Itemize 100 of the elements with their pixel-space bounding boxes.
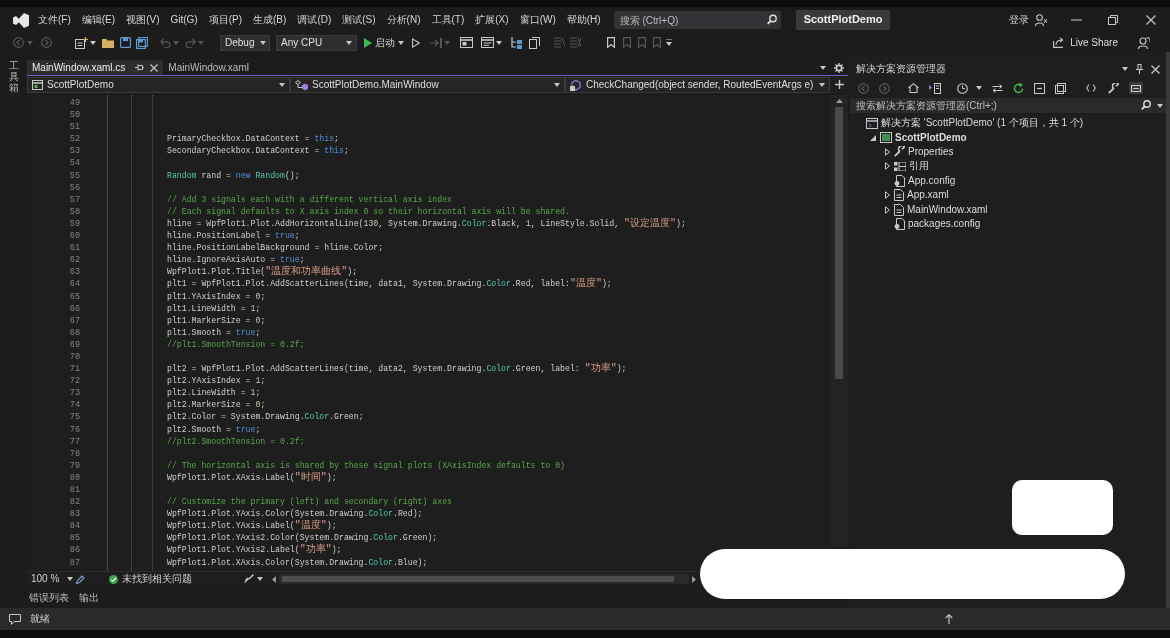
person-icon[interactable] [1138, 36, 1150, 49]
collapsed-arrow-icon[interactable] [884, 162, 890, 171]
new-document-icon[interactable] [75, 36, 88, 49]
menu-item[interactable]: 测试(S) [342, 14, 376, 26]
tree-item[interactable]: 引用 [850, 159, 1166, 174]
caret-icon[interactable] [279, 83, 285, 87]
close-icon[interactable] [150, 63, 159, 72]
caret-icon[interactable] [976, 86, 982, 90]
platform-dropdown[interactable]: Any CPU [276, 34, 357, 51]
account-icon[interactable] [1035, 14, 1047, 26]
issues-status[interactable]: 未找到相关问题 [109, 573, 193, 585]
pen-icon[interactable] [76, 574, 86, 584]
close-icon[interactable] [1151, 64, 1160, 74]
menu-item[interactable]: 帮助(H) [566, 14, 601, 26]
menu-item[interactable]: 工具(T) [431, 14, 465, 26]
code-brackets-icon[interactable] [1086, 84, 1096, 92]
zoom-dropdown[interactable]: 100 % [31, 573, 74, 585]
sign-in-link[interactable]: 登录 [1009, 14, 1029, 26]
scroll-left-arrow-icon[interactable] [272, 575, 277, 583]
collapsed-arrow-icon[interactable] [884, 147, 890, 156]
message-icon[interactable] [9, 613, 21, 625]
caret-icon[interactable] [1154, 98, 1166, 113]
pin-icon[interactable] [1136, 64, 1143, 74]
tree-item[interactable]: MainWindow.xaml [850, 202, 1166, 217]
close-icon[interactable] [1146, 15, 1156, 25]
caret-icon[interactable] [496, 40, 502, 45]
menu-item[interactable]: 窗口(W) [519, 14, 556, 26]
menu-item[interactable]: 编辑(E) [81, 14, 116, 26]
menu-item[interactable]: 分析(N) [386, 14, 421, 26]
start-button[interactable]: 启动 [364, 36, 404, 49]
minus-square-icon[interactable] [1034, 82, 1045, 94]
home-icon[interactable] [908, 83, 919, 93]
navigation-dropdown[interactable]: CheckChanged(object sender, RoutedEventArgs e) [565, 77, 830, 93]
code-line: plt2.Color = System.Drawing.Color.Green; [167, 411, 364, 424]
panel-tab[interactable]: 错误列表 [29, 592, 69, 604]
overflow-icon[interactable] [666, 39, 672, 46]
save-icon[interactable] [120, 37, 131, 48]
menu-item[interactable]: 项目(P) [208, 14, 243, 26]
scroll-right-arrow-icon[interactable] [692, 575, 697, 583]
scrollbar-thumb[interactable] [282, 576, 675, 582]
scrollbar-thumb[interactable] [835, 107, 843, 379]
menu-item[interactable]: Git(G) [170, 14, 198, 26]
caret-icon[interactable] [820, 65, 826, 70]
caret-icon[interactable] [398, 40, 404, 45]
menu-item[interactable]: 扩展(X) [475, 14, 509, 26]
brush-icon[interactable] [244, 574, 255, 584]
live-share-button[interactable]: Live Share [1053, 36, 1118, 49]
navigation-dropdown[interactable]: ScottPlotDemo [27, 77, 290, 93]
menu-item[interactable]: 调试(D) [297, 14, 332, 26]
panel-tab[interactable]: 输出 [79, 592, 99, 604]
window-icon[interactable] [460, 37, 473, 48]
app-logo-icon[interactable] [13, 12, 29, 28]
collapsed-arrow-icon[interactable] [884, 205, 890, 214]
caret-icon[interactable] [67, 577, 74, 581]
save-all-icon[interactable] [136, 36, 148, 49]
editor-tab[interactable]: MainWindow.xaml [163, 60, 254, 75]
editor-tab[interactable]: MainWindow.xaml.cs [27, 60, 164, 75]
caret-icon[interactable] [346, 40, 352, 45]
caret-icon[interactable] [90, 40, 96, 45]
menu-item[interactable]: 视图(V) [126, 14, 160, 26]
search-field[interactable]: 搜索解决方案资源管理器(Ctrl+;) [850, 98, 1138, 113]
refresh-icon[interactable] [1013, 82, 1024, 94]
restore-icon[interactable] [1108, 15, 1118, 25]
plus-icon[interactable] [835, 80, 844, 89]
up-arrow-icon[interactable] [945, 614, 953, 624]
tree-item[interactable]: 解决方案 'ScottPlotDemo' (1 个项目，共 1 个) [850, 116, 1166, 131]
document-stack-icon[interactable] [529, 36, 540, 49]
panel-arrow-icon[interactable] [929, 82, 941, 94]
tree-item[interactable]: ScottPlotDemo [850, 130, 1166, 145]
caret-icon[interactable] [1122, 67, 1128, 71]
hierarchy-icon[interactable] [510, 36, 522, 49]
vertical-scrollbar[interactable] [830, 95, 848, 547]
horizontal-scrollbar[interactable] [279, 574, 690, 584]
scroll-up-arrow-icon[interactable] [835, 99, 843, 103]
preview-icon[interactable] [1129, 82, 1143, 94]
outline-play-icon[interactable] [412, 37, 420, 48]
settings-icon[interactable] [834, 62, 844, 73]
collapsed-arrow-icon[interactable] [884, 191, 890, 200]
menu-item[interactable]: 文件(F) [38, 14, 71, 26]
pin-icon[interactable] [135, 63, 145, 72]
window-icon[interactable] [481, 37, 494, 48]
configuration-dropdown[interactable]: Debug [220, 34, 270, 51]
search-field[interactable]: 搜索 (Ctrl+Q) [613, 11, 764, 29]
toolbox-tab[interactable]: 工具箱 [8, 60, 19, 93]
caret-icon[interactable] [257, 577, 264, 581]
tree-item[interactable]: App.xaml [850, 187, 1166, 203]
tree-item[interactable]: Properties [850, 144, 1166, 160]
caret-icon[interactable] [819, 83, 825, 87]
caret-icon[interactable] [260, 40, 267, 45]
menu-item[interactable]: 生成(B) [253, 14, 287, 26]
tree-item[interactable]: App.config [850, 173, 1166, 188]
clock-icon[interactable] [957, 82, 968, 94]
stacked-squares-icon[interactable] [1055, 82, 1066, 94]
navigation-dropdown[interactable]: ScottPlotDemo.MainWindow [290, 77, 565, 93]
expanded-arrow-icon[interactable] [870, 134, 876, 141]
tree-item[interactable]: packages.config [850, 216, 1166, 232]
folder-icon[interactable] [102, 37, 114, 48]
wrench-icon[interactable] [1108, 82, 1119, 94]
caret-icon[interactable] [554, 83, 560, 87]
swap-arrows-icon[interactable] [992, 83, 1003, 93]
